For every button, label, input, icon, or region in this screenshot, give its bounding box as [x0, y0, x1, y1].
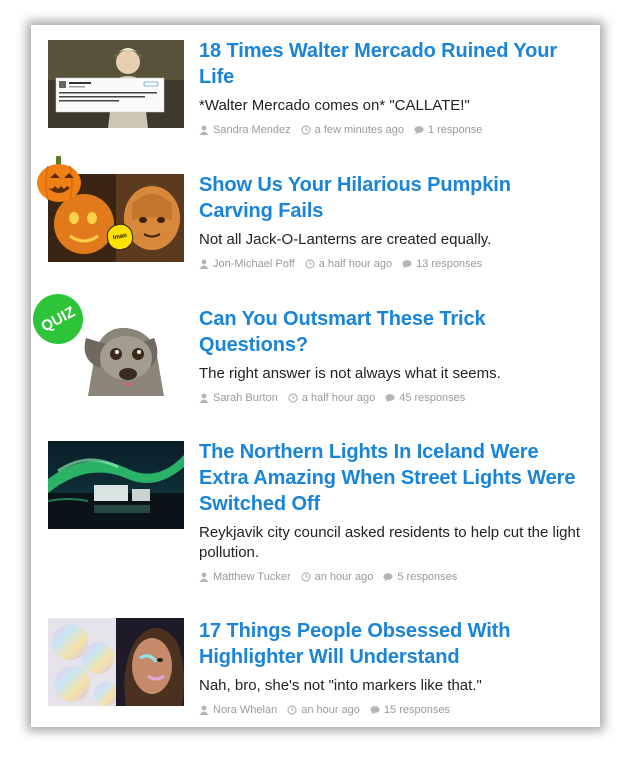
article-thumbnail[interactable]	[48, 40, 184, 128]
author-link[interactable]: Sarah Burton	[213, 392, 278, 404]
article-description: The right answer is not always what it s…	[199, 365, 501, 382]
user-icon	[199, 572, 209, 582]
clock-icon	[301, 572, 311, 582]
author-link[interactable]: Sandra Mendez	[213, 124, 291, 136]
article-title-link[interactable]: 17 Things People Obsessed With Highlight…	[199, 618, 589, 670]
article-title-link[interactable]: The Northern Lights In Iceland Were Extr…	[199, 439, 589, 517]
article-description: *Walter Mercado comes on* "CALLATE!"	[199, 97, 470, 114]
clock-icon	[288, 393, 298, 403]
article-meta: Jon-Michael Poff a half hour ago 13 resp…	[199, 258, 589, 270]
article-description: Not all Jack-O-Lanterns are created equa…	[199, 231, 492, 248]
article-feed: 18 Times Walter Mercado Ruined Your Life…	[24, 25, 600, 727]
post-time: a half hour ago	[301, 392, 376, 404]
article-meta: Sandra Mendez a few minutes ago 1 respon…	[199, 124, 589, 136]
comment-icon	[414, 126, 424, 135]
post-time: a few minutes ago	[314, 124, 404, 136]
comment-icon	[383, 573, 393, 582]
clock-icon	[287, 705, 297, 715]
responses-link[interactable]: 45 responses	[399, 392, 465, 404]
quiz-badge-label: QUIZ	[38, 303, 78, 335]
comment-icon	[370, 706, 380, 715]
lmao-badge-label: lmao	[112, 232, 128, 242]
article-title-link[interactable]: Can You Outsmart These Trick Questions?	[199, 306, 589, 358]
responses-link[interactable]: 1 response	[428, 124, 482, 136]
comment-icon	[385, 394, 395, 403]
article-description: Reykjavik city council asked residents t…	[199, 524, 581, 561]
article-meta: Nora Whelan an hour ago 15 responses	[199, 704, 589, 716]
user-icon	[199, 125, 209, 135]
user-icon	[199, 259, 209, 269]
pumpkin-badge-icon	[37, 156, 81, 202]
author-link[interactable]: Jon-Michael Poff	[213, 258, 295, 270]
article-meta: Sarah Burton a half hour ago 45 response…	[199, 392, 589, 404]
author-link[interactable]: Nora Whelan	[213, 704, 277, 716]
responses-link[interactable]: 15 responses	[384, 704, 450, 716]
comment-icon	[402, 260, 412, 269]
clock-icon	[305, 259, 315, 269]
article-title-link[interactable]: Show Us Your Hilarious Pumpkin Carving F…	[199, 172, 589, 224]
post-time: a half hour ago	[318, 258, 393, 270]
responses-link[interactable]: 5 responses	[397, 571, 457, 583]
article-thumbnail[interactable]	[48, 618, 184, 706]
author-link[interactable]: Matthew Tucker	[213, 571, 291, 583]
article-meta: Matthew Tucker an hour ago 5 responses	[199, 571, 589, 583]
article-description: Nah, bro, she's not "into markers like t…	[199, 677, 482, 694]
post-time: an hour ago	[301, 704, 360, 716]
user-icon	[199, 705, 209, 715]
article-thumbnail[interactable]	[48, 441, 184, 529]
user-icon	[199, 393, 209, 403]
clock-icon	[301, 125, 311, 135]
article-title-link[interactable]: 18 Times Walter Mercado Ruined Your Life	[199, 38, 589, 90]
responses-link[interactable]: 13 responses	[416, 258, 482, 270]
post-time: an hour ago	[314, 571, 374, 583]
